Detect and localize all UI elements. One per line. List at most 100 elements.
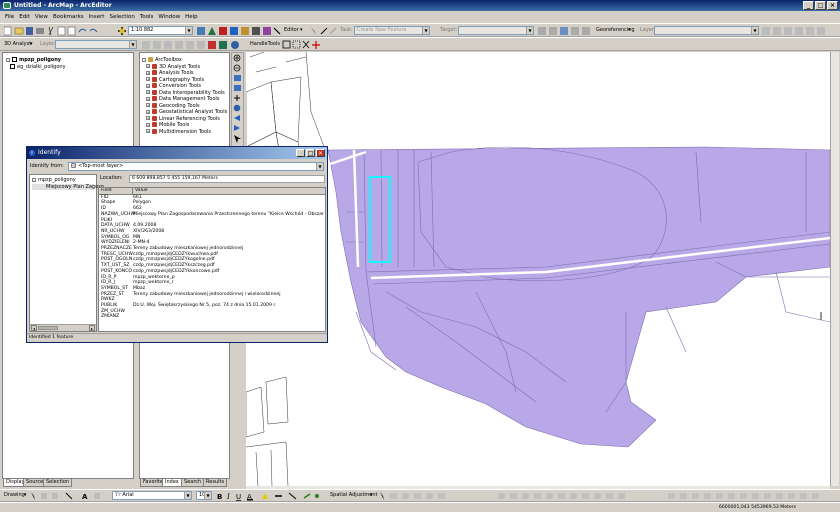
map-scale-combo[interactable]: 1:10 882 ▼	[128, 26, 193, 35]
checkbox-icon[interactable]	[12, 57, 17, 62]
tools-icons[interactable]	[197, 26, 281, 36]
task-combo: Create New Feature ▼	[354, 26, 430, 35]
svg-text:B: B	[217, 493, 222, 501]
toolbox-icon	[152, 96, 157, 101]
identify-status: Identified 1 feature	[27, 333, 327, 342]
editor-menu[interactable]: Editor	[284, 26, 299, 35]
standard-tool-icons[interactable]	[4, 26, 99, 36]
toolbox-icon	[148, 57, 153, 62]
georef-dropdown-icon[interactable]: ▾	[628, 26, 631, 35]
attribute-field-value: Mbaz	[133, 285, 146, 291]
expand-icon[interactable]: +	[146, 90, 150, 94]
collapse-icon[interactable]: -	[6, 57, 10, 62]
column-header-value[interactable]: Value	[133, 188, 148, 193]
navigation-tool-icons[interactable]	[232, 53, 243, 146]
tab-index[interactable]: Index	[162, 479, 182, 487]
editor-dropdown-icon[interactable]: ▾	[300, 26, 303, 35]
tab-selection[interactable]: Selection	[43, 479, 73, 487]
handletools-menu[interactable]: HandleTools	[250, 40, 280, 49]
expand-icon[interactable]: +	[146, 116, 150, 120]
toolbox-icon	[152, 63, 157, 69]
standard-toolbar: 1:10 882 ▼ Editor ▾ Task: Create New Feat…	[0, 23, 840, 37]
spatial-dropdown-icon[interactable]: ▾	[370, 491, 373, 500]
menu-window[interactable]: Window	[158, 14, 180, 20]
attribute-field-value: Miejscowy Plan Zagospodarowania Przestrz…	[133, 211, 326, 217]
location-label: Location:	[100, 175, 123, 181]
attribute-field-value: Tereny zabudowy mieszkaniowej jednorodzi…	[133, 291, 281, 297]
3d-analyst-menu[interactable]: 3D Analyst	[4, 40, 31, 49]
minimize-button[interactable]: _	[803, 1, 814, 10]
menu-file[interactable]: File	[5, 14, 14, 20]
identify-maximize-button[interactable]: □	[306, 149, 315, 157]
expand-icon[interactable]: +	[146, 103, 150, 107]
expand-icon[interactable]: +	[146, 70, 150, 75]
toc-layer-item[interactable]: eg_dzialki_poligony	[6, 63, 130, 71]
column-header-field[interactable]: Field	[99, 188, 133, 194]
drawing-tool-icons[interactable]: A	[30, 491, 110, 501]
toolbox-icon	[152, 122, 157, 127]
map-display[interactable]	[245, 51, 831, 487]
analyst-tool-icons[interactable]	[142, 40, 240, 50]
tree-feature-node[interactable]: Miejscowy Plan Zagosp	[32, 183, 104, 190]
tab-results[interactable]: Results	[203, 479, 228, 487]
tools-vertical-toolbar	[231, 52, 244, 147]
expand-icon[interactable]: +	[146, 83, 150, 88]
edit-extra-icons[interactable]	[538, 26, 593, 36]
identify-title: Identify	[38, 149, 61, 156]
menu-help[interactable]: Help	[185, 14, 198, 20]
attribute-table: Field Value FID 661 Shape Polygon ID 662 NAZWA_…	[98, 187, 326, 332]
checkbox-icon[interactable]	[10, 63, 15, 69]
toolbox-icon	[152, 128, 157, 134]
expand-icon[interactable]: +	[146, 96, 150, 101]
scroll-right-icon[interactable]: ▸	[89, 325, 95, 331]
drawing-toolbar: Drawing ▾ A Tr Arial ▼ 10 ▼ B I U A Spatia…	[0, 489, 840, 502]
georef-layer-combo: ▼	[654, 26, 759, 35]
analyst-dropdown-icon[interactable]: ▾	[30, 40, 33, 49]
attribute-field-value: 4.09.2008	[133, 223, 157, 229]
expand-icon[interactable]: +	[146, 129, 150, 133]
expand-icon[interactable]: +	[146, 109, 150, 114]
maximize-button[interactable]: □	[815, 1, 826, 10]
drawing-menu[interactable]: Drawing	[4, 491, 25, 500]
expand-icon[interactable]: +	[146, 122, 150, 127]
menu-bookmarks[interactable]: Bookmarks	[53, 14, 84, 20]
scroll-left-icon[interactable]: ◂	[31, 325, 37, 331]
identify-from-combo[interactable]: <Top-most layer> ▼	[68, 162, 324, 171]
zoning-polygons	[327, 146, 831, 448]
menu-view[interactable]: View	[35, 14, 48, 20]
add-data-icon[interactable]	[117, 26, 127, 36]
layers-icon	[71, 163, 76, 168]
menu-insert[interactable]: Insert	[89, 14, 105, 20]
font-size-combo[interactable]: 10 ▼	[196, 491, 212, 500]
menu-selection[interactable]: Selection	[109, 14, 134, 20]
toolbox-item[interactable]: + Multidimension Tools	[142, 128, 227, 136]
tab-search[interactable]: Search	[181, 479, 205, 487]
attribute-field-value: Tereny zabudowy mieszkaniowej jednorodzi…	[133, 246, 244, 252]
expand-icon[interactable]: +	[146, 64, 150, 68]
collapse-icon[interactable]: -	[32, 177, 36, 182]
edit-tool-icons[interactable]	[310, 26, 338, 36]
collapse-icon[interactable]: -	[142, 57, 146, 62]
title-bar: Untitled - ArcMap - ArcEditor _ □ ×	[0, 0, 840, 11]
attribute-field-value: czdp_mmzpwsjdjCEDZYkwuchwa.pdf	[133, 251, 218, 257]
toolbox-icon	[152, 83, 157, 88]
menu-edit[interactable]: Edit	[19, 14, 30, 20]
adjustment-tool-icons[interactable]	[378, 491, 833, 501]
menu-tools[interactable]: Tools	[140, 14, 154, 20]
georef-tool-icons[interactable]	[762, 26, 832, 36]
font-name-combo[interactable]: Tr Arial ▼	[112, 491, 192, 500]
identify-minimize-button[interactable]: _	[296, 149, 305, 157]
handle-tool-icons[interactable]	[282, 40, 322, 50]
map-vertical-scrollbar[interactable]	[830, 52, 839, 486]
attribute-row[interactable]: ZMIANZ	[99, 314, 325, 320]
format-tool-icons[interactable]: B I U A	[216, 491, 326, 501]
identify-title-bar[interactable]: i Identify _ □ ×	[27, 147, 327, 159]
drawing-dropdown-icon[interactable]: ▾	[24, 491, 27, 500]
attribute-field-value: XIV/263/2008	[133, 228, 165, 234]
parcel-map-svg[interactable]	[245, 51, 831, 487]
close-button[interactable]: ×	[827, 1, 838, 10]
tree-horizontal-scrollbar[interactable]: ◂ ▸	[30, 324, 96, 331]
expand-icon[interactable]: +	[146, 77, 150, 81]
identify-close-button[interactable]: ×	[316, 149, 325, 157]
scroll-thumb[interactable]	[38, 326, 58, 330]
